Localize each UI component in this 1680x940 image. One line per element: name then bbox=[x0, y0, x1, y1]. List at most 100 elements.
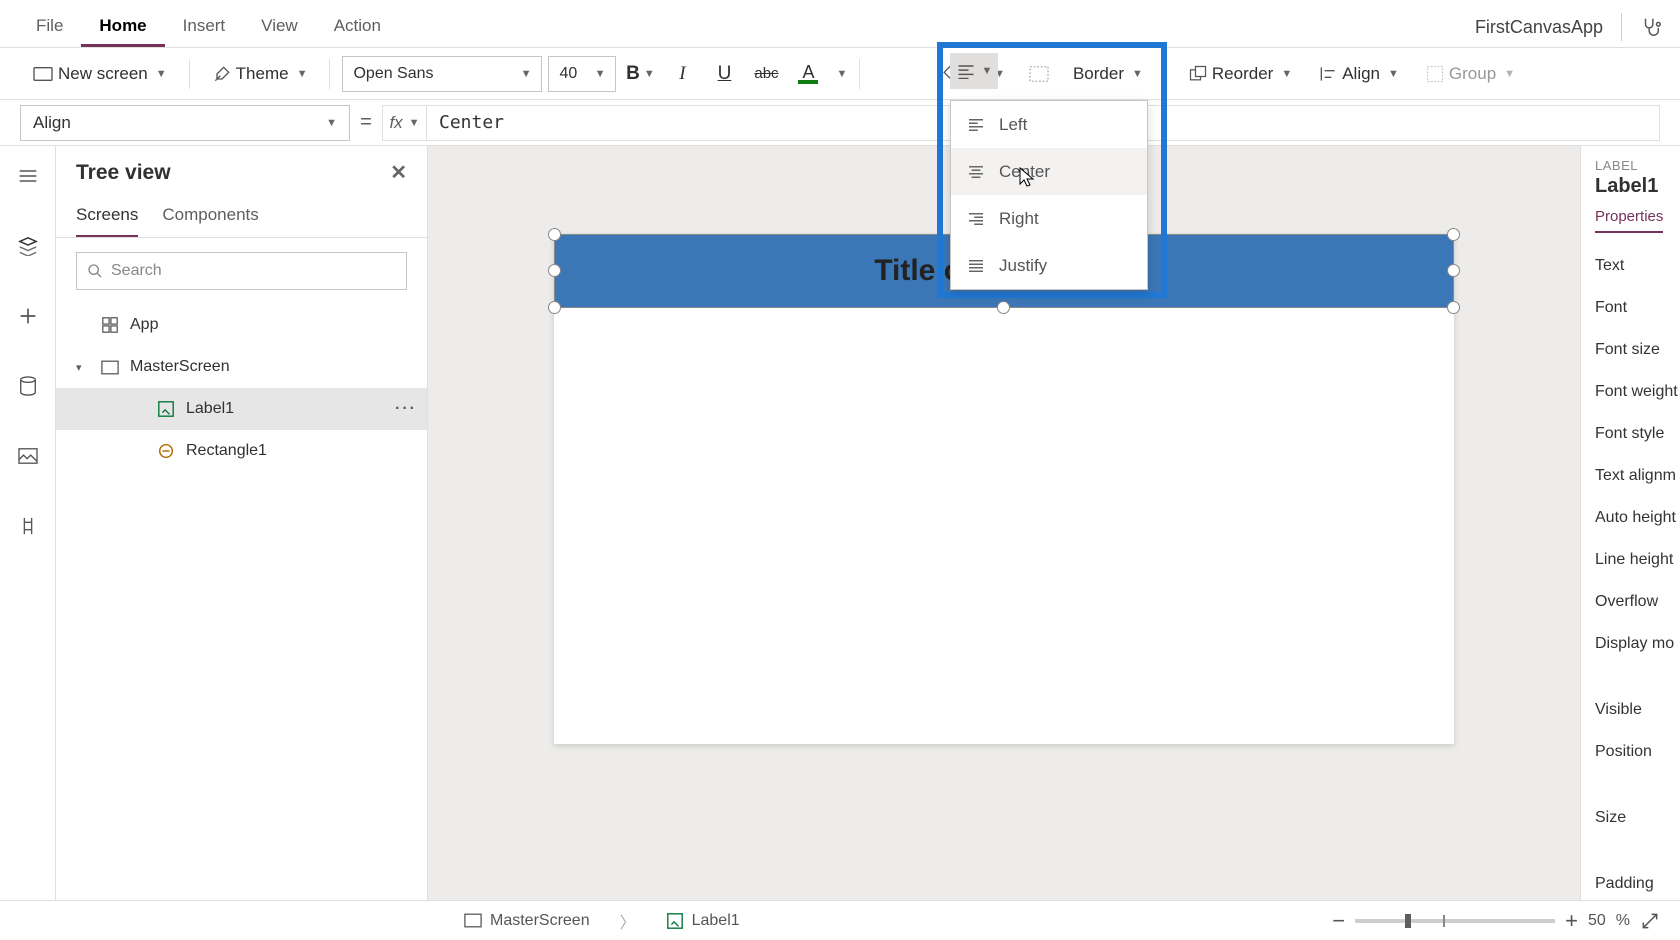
zoom-out-button[interactable]: − bbox=[1332, 908, 1345, 934]
prop-font[interactable]: Font bbox=[1595, 287, 1666, 329]
control-name-label: Label1 bbox=[1595, 175, 1666, 198]
status-bar: MasterScreen Label1 − + 50 % bbox=[0, 900, 1680, 940]
app-icon bbox=[100, 315, 120, 335]
fx-button[interactable]: fx▼ bbox=[382, 105, 426, 141]
tree-label: Rectangle1 bbox=[186, 442, 267, 460]
prop-overflow[interactable]: Overflow bbox=[1595, 581, 1666, 623]
zoom-in-button[interactable]: + bbox=[1565, 908, 1578, 934]
chevron-down-icon: ▼ bbox=[521, 68, 532, 80]
control-type-label: LABEL bbox=[1595, 158, 1666, 173]
collapse-icon[interactable]: ▾ bbox=[76, 361, 90, 374]
align-center-option[interactable]: Center bbox=[951, 148, 1147, 195]
prop-display-mode[interactable]: Display mo bbox=[1595, 623, 1666, 665]
theme-button[interactable]: Theme ▼ bbox=[202, 58, 318, 90]
align-justify-option[interactable]: Justify bbox=[951, 242, 1147, 289]
chevron-down-icon: ▼ bbox=[595, 68, 606, 80]
prop-size[interactable]: Size bbox=[1595, 797, 1666, 839]
align-left-option[interactable]: Left bbox=[951, 101, 1147, 148]
font-size-select[interactable]: 40 ▼ bbox=[548, 56, 616, 92]
border-style-button[interactable] bbox=[1021, 56, 1057, 92]
tab-screens[interactable]: Screens bbox=[76, 197, 138, 237]
stethoscope-icon[interactable] bbox=[1640, 16, 1662, 38]
breadcrumb-separator bbox=[618, 909, 638, 933]
left-rail bbox=[0, 146, 56, 900]
prop-line-height[interactable]: Line height bbox=[1595, 539, 1666, 581]
align-right-option[interactable]: Right bbox=[951, 195, 1147, 242]
prop-visible[interactable]: Visible bbox=[1595, 689, 1666, 731]
fit-to-window-icon[interactable] bbox=[1640, 911, 1660, 931]
data-icon[interactable] bbox=[8, 366, 48, 406]
screen-icon bbox=[100, 357, 120, 377]
font-family-value: Open Sans bbox=[353, 65, 433, 83]
bold-button[interactable]: B▼ bbox=[622, 56, 658, 92]
menu-home[interactable]: Home bbox=[81, 6, 164, 47]
text-align-button[interactable]: ▼ bbox=[950, 53, 998, 89]
media-icon[interactable] bbox=[8, 436, 48, 476]
tree-view-title: Tree view bbox=[76, 161, 171, 185]
insert-icon[interactable] bbox=[8, 296, 48, 336]
tree-item-rectangle1[interactable]: Rectangle1 bbox=[56, 430, 427, 472]
tree-view-icon[interactable] bbox=[8, 226, 48, 266]
strikethrough-button[interactable]: abc bbox=[748, 56, 784, 92]
prop-text[interactable]: Text bbox=[1595, 245, 1666, 287]
search-placeholder: Search bbox=[111, 262, 162, 280]
app-name-label: FirstCanvasApp bbox=[1475, 17, 1603, 38]
group-label: Group bbox=[1449, 64, 1496, 84]
prop-auto-height[interactable]: Auto height bbox=[1595, 497, 1666, 539]
chevron-down-icon: ▼ bbox=[982, 65, 993, 77]
prop-text-alignment[interactable]: Text alignm bbox=[1595, 455, 1666, 497]
prop-position[interactable]: Position bbox=[1595, 731, 1666, 773]
group-button[interactable]: Group ▼ bbox=[1415, 58, 1525, 90]
breadcrumb-label1[interactable]: Label1 bbox=[652, 912, 754, 930]
separator bbox=[189, 59, 190, 89]
tree-item-masterscreen[interactable]: ▾ MasterScreen bbox=[56, 346, 427, 388]
tree-label: MasterScreen bbox=[130, 358, 230, 376]
hamburger-icon[interactable] bbox=[8, 156, 48, 196]
top-menu-bar: File Home Insert View Action FirstCanvas… bbox=[0, 0, 1680, 48]
align-objects-button[interactable]: Align ▼ bbox=[1308, 58, 1409, 90]
more-icon[interactable]: ··· bbox=[395, 400, 417, 418]
chevron-down-icon[interactable]: ▼ bbox=[836, 68, 847, 80]
zoom-slider[interactable] bbox=[1355, 919, 1555, 923]
prop-font-style[interactable]: Font style bbox=[1595, 413, 1666, 455]
font-family-select[interactable]: Open Sans ▼ bbox=[342, 56, 542, 92]
menu-action[interactable]: Action bbox=[316, 6, 399, 47]
close-icon[interactable]: ✕ bbox=[390, 160, 407, 185]
reorder-button[interactable]: Reorder ▼ bbox=[1178, 58, 1302, 90]
prop-font-weight[interactable]: Font weight bbox=[1595, 371, 1666, 413]
separator bbox=[1621, 13, 1622, 41]
chevron-down-icon: ▼ bbox=[409, 117, 420, 129]
prop-font-size[interactable]: Font size bbox=[1595, 329, 1666, 371]
search-input[interactable]: Search bbox=[76, 252, 407, 290]
menu-file[interactable]: File bbox=[18, 6, 81, 47]
zoom-unit: % bbox=[1616, 912, 1630, 930]
tab-components[interactable]: Components bbox=[162, 197, 258, 237]
underline-button[interactable]: U bbox=[706, 56, 742, 92]
tree-item-label1[interactable]: Label1 ··· bbox=[56, 388, 427, 430]
tools-icon[interactable] bbox=[8, 506, 48, 546]
zoom-value: 50 bbox=[1588, 912, 1606, 930]
font-color-button[interactable]: A bbox=[790, 56, 826, 92]
prop-spacer bbox=[1595, 665, 1666, 689]
screen-frame[interactable]: Title of the Screen bbox=[554, 234, 1454, 744]
theme-label: Theme bbox=[236, 64, 289, 84]
chevron-down-icon: ▼ bbox=[326, 117, 337, 129]
property-select[interactable]: Align ▼ bbox=[20, 105, 350, 141]
chevron-down-icon: ▼ bbox=[644, 68, 655, 80]
menu-view[interactable]: View bbox=[243, 6, 316, 47]
menu-insert[interactable]: Insert bbox=[165, 6, 244, 47]
chevron-down-icon: ▼ bbox=[297, 68, 308, 80]
new-screen-button[interactable]: New screen ▼ bbox=[22, 58, 177, 90]
tab-properties[interactable]: Properties bbox=[1595, 208, 1663, 233]
prop-spacer bbox=[1595, 839, 1666, 863]
prop-padding[interactable]: Padding bbox=[1595, 863, 1666, 900]
tree-item-app[interactable]: App bbox=[56, 304, 427, 346]
label-icon bbox=[156, 399, 176, 419]
breadcrumb-masterscreen[interactable]: MasterScreen bbox=[450, 912, 604, 930]
equals-sign: = bbox=[350, 111, 382, 134]
chevron-down-icon: ▼ bbox=[156, 68, 167, 80]
italic-button[interactable]: I bbox=[664, 56, 700, 92]
border-button[interactable]: Border ▼ bbox=[1063, 58, 1153, 90]
prop-spacer bbox=[1595, 773, 1666, 797]
separator bbox=[329, 59, 330, 89]
